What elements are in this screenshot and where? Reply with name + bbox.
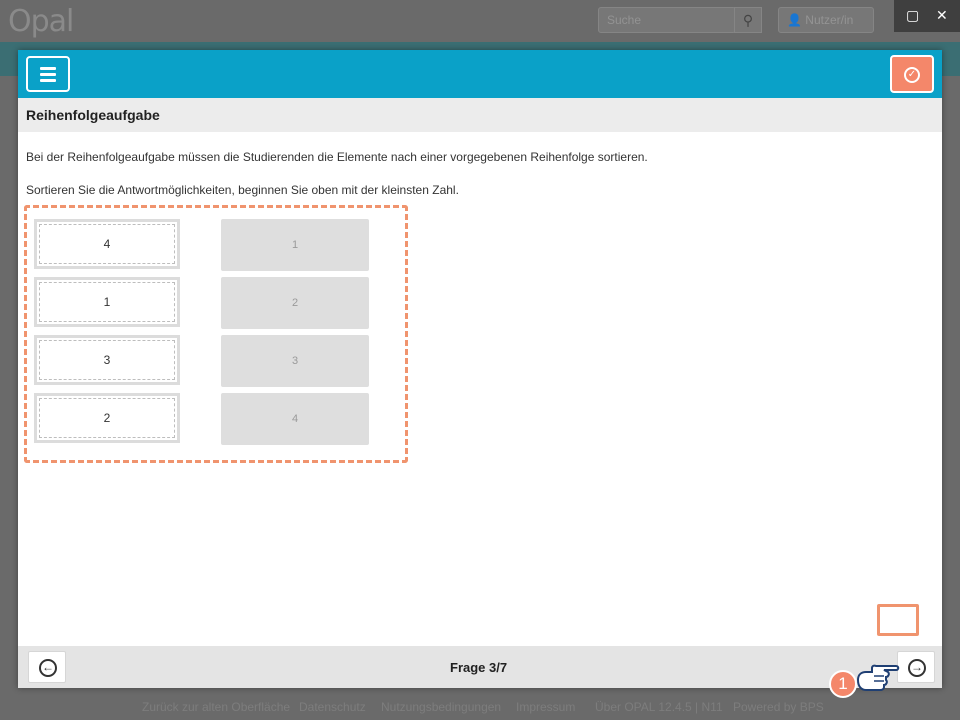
drag-item[interactable]: 1 xyxy=(34,277,180,327)
drag-item-label: 4 xyxy=(39,224,175,264)
background-search-input: Suche xyxy=(598,7,736,33)
background-footer: Zurück zur alten Oberfläche Datenschutz … xyxy=(0,697,960,720)
user-menu-label: Nutzer/in xyxy=(805,13,854,27)
drag-item-label: 3 xyxy=(39,340,175,380)
question-instruction: Sortieren Sie die Antwortmöglichkeiten, … xyxy=(26,183,459,197)
drag-item-label: 2 xyxy=(39,398,175,438)
hamburger-menu-icon xyxy=(40,79,56,82)
drop-slot[interactable]: 2 xyxy=(221,277,369,329)
submit-button[interactable]: ✓ xyxy=(890,55,934,93)
drag-item-label: 1 xyxy=(39,282,175,322)
close-icon[interactable]: ✕ xyxy=(936,7,948,24)
dialog-header: ✓ xyxy=(18,50,942,98)
hamburger-menu-icon xyxy=(40,73,56,76)
search-icon: ⚲ xyxy=(734,7,762,33)
footer-link: Über OPAL 12.4.5 | N11 xyxy=(595,700,723,714)
background-user-menu: 👤 Nutzer/in xyxy=(778,7,874,33)
question-title: Reihenfolgeaufgabe xyxy=(26,107,160,123)
drag-item[interactable]: 4 xyxy=(34,219,180,269)
footer-link: Powered by BPS xyxy=(733,700,824,714)
footer-link: Impressum xyxy=(516,700,576,714)
page-indicator: Frage 3/7 xyxy=(450,660,508,675)
step-marker: 1 xyxy=(829,670,857,698)
drop-slot[interactable]: 1 xyxy=(221,219,369,271)
drag-drop-area: 4 1 3 2 1 2 3 4 xyxy=(24,205,408,463)
question-description: Bei der Reihenfolgeaufgabe müssen die St… xyxy=(26,150,648,164)
previous-button[interactable]: ← xyxy=(28,651,66,683)
window-controls: ▢ ✕ xyxy=(894,0,960,32)
question-title-bar: Reihenfolgeaufgabe xyxy=(18,98,942,132)
menu-button[interactable] xyxy=(26,56,70,92)
arrow-right-circle-icon: → xyxy=(908,659,926,677)
maximize-icon[interactable]: ▢ xyxy=(906,7,919,24)
question-dialog: ✓ Reihenfolgeaufgabe Bei der Reihenfolge… xyxy=(18,50,942,688)
check-circle-icon: ✓ xyxy=(904,67,920,83)
footer-link: Datenschutz xyxy=(299,700,366,714)
dialog-footer: ← Frage 3/7 → xyxy=(18,646,942,688)
drag-item[interactable]: 3 xyxy=(34,335,180,385)
drop-slot[interactable]: 3 xyxy=(221,335,369,387)
arrow-left-circle-icon: ← xyxy=(39,659,57,677)
pointing-hand-icon xyxy=(856,664,900,691)
drop-slot[interactable]: 4 xyxy=(221,393,369,445)
drag-item[interactable]: 2 xyxy=(34,393,180,443)
footer-link: Nutzungsbedingungen xyxy=(381,700,502,714)
opal-logo: Opal xyxy=(8,4,74,39)
footer-link: Zurück zur alten Oberfläche xyxy=(142,700,291,714)
hamburger-menu-icon xyxy=(40,67,56,70)
